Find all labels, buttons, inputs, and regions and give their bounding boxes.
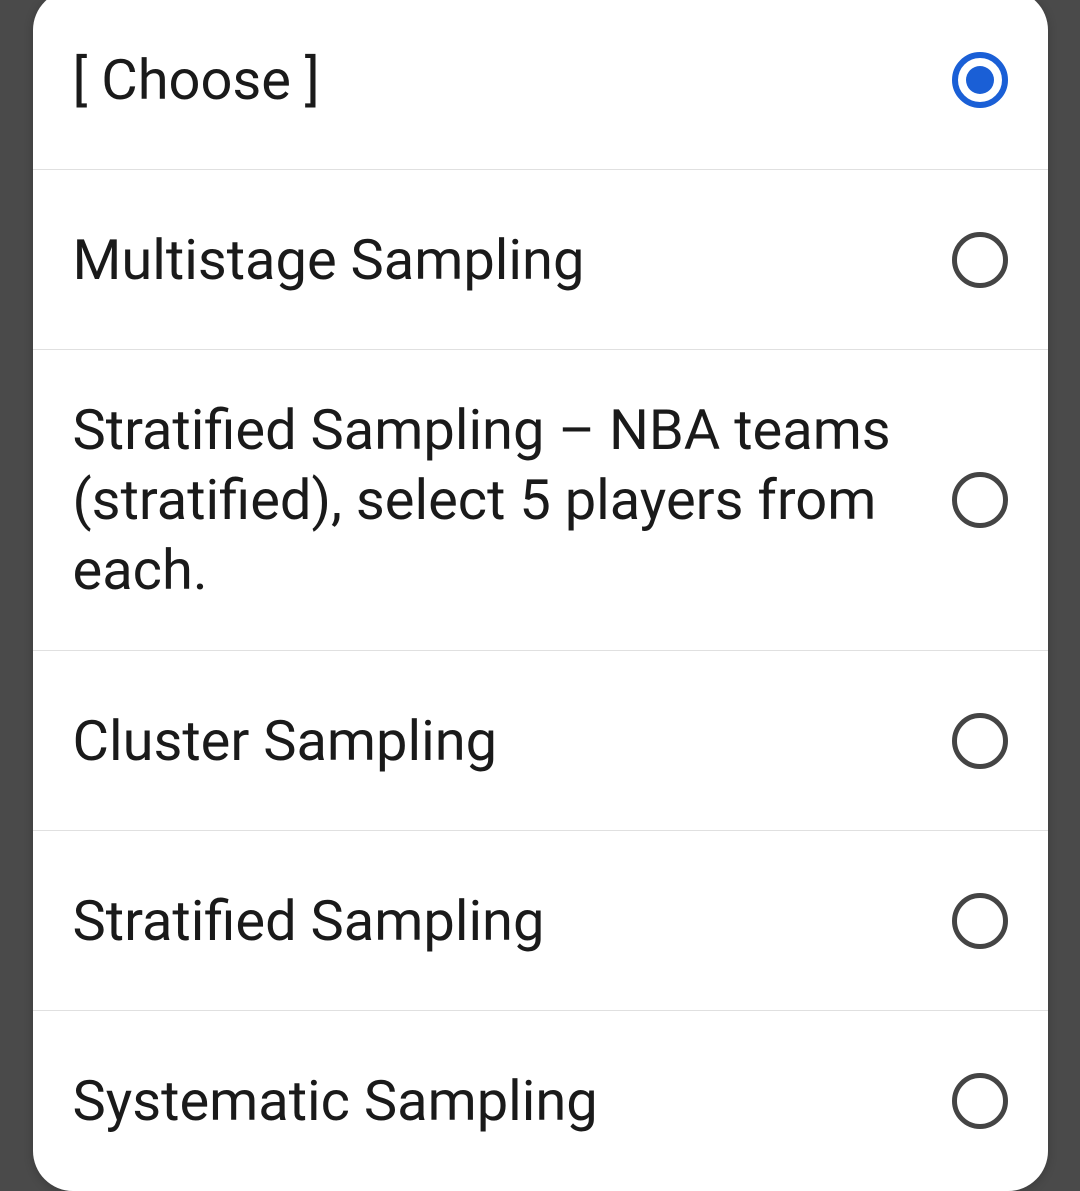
option-label: Stratified Sampling – NBA teams (stratif… — [73, 395, 952, 605]
dropdown-option-multistage[interactable]: Multistage Sampling — [33, 170, 1048, 350]
radio-unselected-icon — [952, 472, 1008, 528]
radio-unselected-icon — [952, 232, 1008, 288]
option-label: Stratified Sampling — [73, 886, 952, 956]
dropdown-panel: [ Choose ] Multistage Sampling Stratifie… — [33, 0, 1048, 1191]
option-label: Systematic Sampling — [73, 1066, 952, 1136]
radio-unselected-icon — [952, 893, 1008, 949]
radio-unselected-icon — [952, 1073, 1008, 1129]
dropdown-option-systematic[interactable]: Systematic Sampling — [33, 1011, 1048, 1191]
dropdown-option-stratified[interactable]: Stratified Sampling — [33, 831, 1048, 1011]
option-label: [ Choose ] — [73, 45, 952, 115]
radio-selected-icon — [952, 52, 1008, 108]
dropdown-option-cluster[interactable]: Cluster Sampling — [33, 651, 1048, 831]
option-label: Multistage Sampling — [73, 225, 952, 295]
option-label: Cluster Sampling — [73, 706, 952, 776]
dropdown-option-choose[interactable]: [ Choose ] — [33, 0, 1048, 170]
radio-unselected-icon — [952, 713, 1008, 769]
dropdown-option-stratified-nba[interactable]: Stratified Sampling – NBA teams (stratif… — [33, 350, 1048, 651]
